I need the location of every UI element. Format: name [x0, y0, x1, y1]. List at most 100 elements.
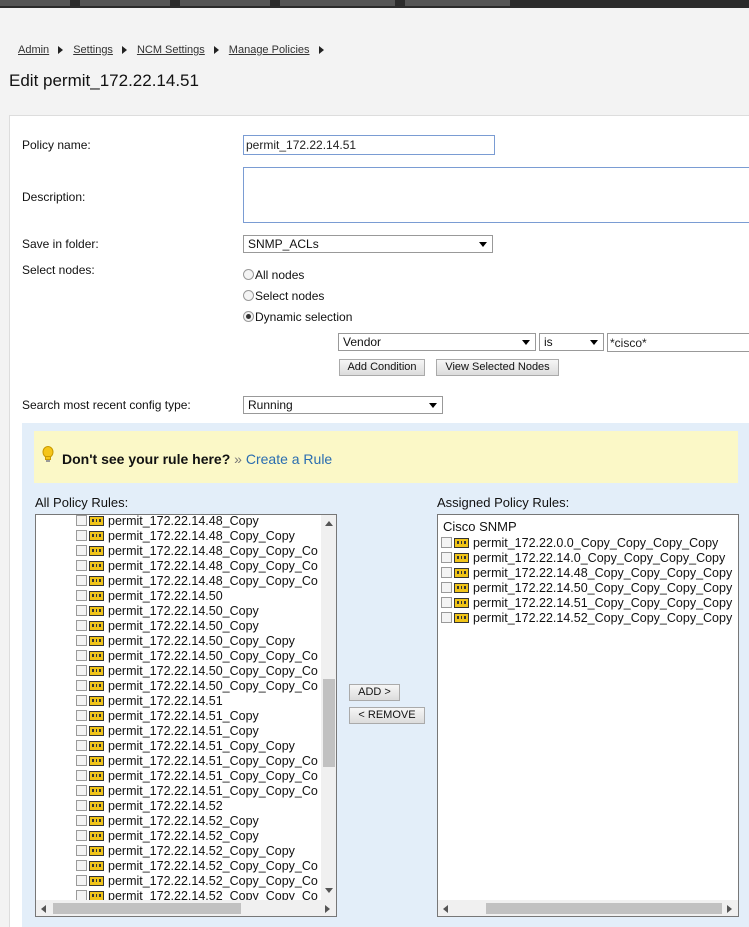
horizontal-scrollbar-thumb[interactable] — [486, 903, 722, 914]
checkbox[interactable] — [76, 515, 87, 526]
checkbox[interactable] — [76, 800, 87, 811]
add-condition-button[interactable]: Add Condition — [339, 359, 425, 376]
scroll-left-arrow-icon[interactable] — [443, 905, 448, 913]
config-type-select[interactable]: Running — [243, 396, 443, 414]
horizontal-scrollbar-thumb[interactable] — [53, 903, 241, 914]
condition-value-input[interactable] — [607, 333, 749, 352]
list-item[interactable]: permit_172.22.14.48_Copy_Copy_Co — [76, 559, 318, 574]
list-item[interactable]: permit_172.22.14.48_Copy — [76, 515, 259, 529]
breadcrumb-ncm-settings[interactable]: NCM Settings — [137, 44, 205, 56]
list-item[interactable]: permit_172.22.14.51_Copy_Copy_Co — [76, 784, 318, 799]
list-item[interactable]: permit_172.22.14.50 — [76, 589, 223, 604]
list-item[interactable]: permit_172.22.14.52_Copy_Copy_Co — [76, 874, 318, 889]
checkbox[interactable] — [76, 635, 87, 646]
list-item[interactable]: permit_172.22.0.0_Copy_Copy_Copy_Copy — [441, 536, 718, 551]
checkbox[interactable] — [76, 665, 87, 676]
list-item[interactable]: permit_172.22.14.51_Copy_Copy — [76, 739, 295, 754]
list-item[interactable]: permit_172.22.14.52_Copy_Copy_Co — [76, 859, 318, 874]
checkbox[interactable] — [76, 695, 87, 706]
list-item[interactable]: permit_172.22.14.0_Copy_Copy_Copy_Copy — [441, 551, 725, 566]
create-rule-link[interactable]: Create a Rule — [246, 451, 332, 467]
checkbox[interactable] — [76, 845, 87, 856]
scroll-right-arrow-icon[interactable] — [727, 905, 732, 913]
nav-tab-configs[interactable] — [180, 0, 270, 6]
assigned-policy-rules-listbox[interactable]: Cisco SNMP permit_172.22.0.0_Copy_Copy_C… — [437, 514, 739, 917]
checkbox[interactable] — [76, 605, 87, 616]
list-item[interactable]: permit_172.22.14.50_Copy_Copy_Co — [76, 649, 318, 664]
breadcrumb-admin[interactable]: Admin — [18, 44, 49, 56]
checkbox[interactable] — [76, 860, 87, 871]
checkbox[interactable] — [441, 552, 452, 563]
list-item[interactable]: permit_172.22.14.50_Copy — [76, 619, 259, 634]
list-item[interactable]: permit_172.22.14.50_Copy_Copy — [76, 634, 295, 649]
nav-tab-applications[interactable] — [280, 0, 395, 6]
breadcrumb-manage-policies[interactable]: Manage Policies — [229, 44, 310, 56]
checkbox[interactable] — [76, 785, 87, 796]
checkbox[interactable] — [76, 815, 87, 826]
list-item[interactable]: permit_172.22.14.48_Copy_Copy — [76, 529, 295, 544]
list-item[interactable]: permit_172.22.14.52_Copy — [76, 814, 259, 829]
list-item[interactable]: permit_172.22.14.51 — [76, 694, 223, 709]
checkbox[interactable] — [76, 740, 87, 751]
checkbox[interactable] — [76, 770, 87, 781]
checkbox[interactable] — [76, 620, 87, 631]
checkbox[interactable] — [76, 725, 87, 736]
checkbox[interactable] — [76, 575, 87, 586]
list-item[interactable]: permit_172.22.14.52_Copy_Copy_Copy_Copy — [441, 611, 732, 626]
checkbox[interactable] — [441, 597, 452, 608]
checkbox[interactable] — [76, 590, 87, 601]
scroll-right-arrow-icon[interactable] — [325, 905, 330, 913]
list-item[interactable]: permit_172.22.14.51_Copy_Copy_Co — [76, 754, 318, 769]
checkbox[interactable] — [76, 545, 87, 556]
radio-select-nodes[interactable]: Select nodes — [243, 289, 324, 303]
checkbox[interactable] — [76, 530, 87, 541]
vertical-scrollbar[interactable] — [321, 515, 336, 900]
list-item[interactable]: permit_172.22.14.48_Copy_Copy_Co — [76, 574, 318, 589]
checkbox[interactable] — [441, 612, 452, 623]
vertical-scrollbar-thumb[interactable] — [323, 679, 335, 767]
list-item[interactable]: permit_172.22.14.51_Copy — [76, 709, 259, 724]
checkbox[interactable] — [76, 875, 87, 886]
checkbox[interactable] — [76, 680, 87, 691]
all-policy-rules-listbox[interactable]: permit_172.22.14.48_Copy permit_172.22.14… — [35, 514, 337, 917]
list-item[interactable]: permit_172.22.14.52 — [76, 799, 223, 814]
list-item[interactable]: permit_172.22.14.50_Copy_Copy_Co — [76, 679, 318, 694]
list-item[interactable]: permit_172.22.14.50_Copy_Copy_Copy_Copy — [441, 581, 732, 596]
checkbox[interactable] — [441, 537, 452, 548]
list-item[interactable]: permit_172.22.14.51_Copy_Copy_Co — [76, 769, 318, 784]
nav-tab-home[interactable] — [0, 0, 70, 6]
add-rule-button[interactable]: ADD > — [349, 684, 400, 701]
scroll-up-arrow-icon[interactable] — [325, 521, 333, 526]
checkbox[interactable] — [76, 755, 87, 766]
list-item[interactable]: permit_172.22.14.48_Copy_Copy_Co — [76, 544, 318, 559]
list-item[interactable]: permit_172.22.14.50_Copy_Copy_Co — [76, 664, 318, 679]
list-item[interactable]: permit_172.22.14.52_Copy_Copy — [76, 844, 295, 859]
scroll-down-arrow-icon[interactable] — [325, 888, 333, 893]
checkbox[interactable] — [76, 650, 87, 661]
condition-field-select[interactable]: Vendor — [338, 333, 536, 351]
nav-tab-databases[interactable] — [405, 0, 510, 6]
list-item[interactable]: permit_172.22.14.51_Copy — [76, 724, 259, 739]
checkbox[interactable] — [76, 710, 87, 721]
radio-all-nodes[interactable]: All nodes — [243, 268, 304, 282]
list-item[interactable]: permit_172.22.14.48_Copy_Copy_Copy_Copy — [441, 566, 732, 581]
checkbox[interactable] — [441, 567, 452, 578]
list-item[interactable]: permit_172.22.14.51_Copy_Copy_Copy_Copy — [441, 596, 732, 611]
checkbox[interactable] — [76, 830, 87, 841]
condition-operator-select[interactable]: is — [539, 333, 604, 351]
save-folder-select[interactable]: SNMP_ACLs — [243, 235, 493, 253]
horizontal-scrollbar[interactable] — [438, 900, 738, 916]
breadcrumb-settings[interactable]: Settings — [73, 44, 113, 56]
list-item[interactable]: permit_172.22.14.52_Copy — [76, 829, 259, 844]
scroll-left-arrow-icon[interactable] — [41, 905, 46, 913]
remove-rule-button[interactable]: < REMOVE — [349, 707, 425, 724]
radio-dynamic-selection[interactable]: Dynamic selection — [243, 310, 352, 324]
policy-name-input[interactable] — [243, 135, 495, 155]
horizontal-scrollbar[interactable] — [36, 900, 336, 916]
checkbox[interactable] — [441, 582, 452, 593]
checkbox[interactable] — [76, 560, 87, 571]
description-textarea[interactable] — [243, 167, 749, 223]
view-selected-nodes-button[interactable]: View Selected Nodes — [436, 359, 559, 376]
list-item[interactable]: permit_172.22.14.50_Copy — [76, 604, 259, 619]
nav-tab-network[interactable] — [80, 0, 170, 6]
